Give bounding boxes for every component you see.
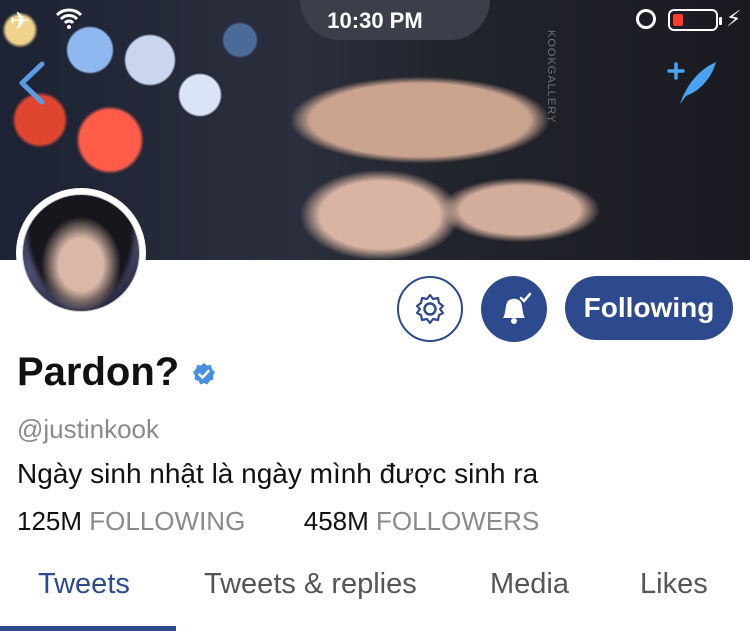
active-tab-indicator — [0, 626, 176, 631]
tab-likes[interactable]: Likes — [640, 568, 708, 601]
user-handle: @justinkook — [17, 414, 160, 444]
battery-icon — [668, 9, 722, 31]
avatar[interactable] — [16, 188, 146, 318]
banner-watermark: KOOKGALLERY — [545, 30, 557, 124]
rotation-lock-icon — [636, 9, 656, 29]
chevron-left-icon[interactable] — [14, 60, 50, 106]
following-label[interactable]: FOLLOWING — [89, 506, 245, 536]
tab-tweets[interactable]: Tweets — [38, 568, 130, 601]
bell-check-icon — [503, 292, 532, 324]
display-name: Pardon? — [17, 350, 180, 394]
avatar-image — [22, 194, 140, 312]
settings-button[interactable] — [397, 276, 463, 342]
notifications-button[interactable] — [481, 276, 547, 342]
verified-badge-icon — [193, 363, 215, 385]
follow-stats: 125M FOLLOWING 458M FOLLOWERS — [17, 506, 539, 537]
followers-label[interactable]: FOLLOWERS — [376, 506, 539, 536]
compose-feather-icon[interactable] — [666, 56, 720, 110]
tab-tweets-replies[interactable]: Tweets & replies — [204, 568, 417, 601]
followers-count[interactable]: 458M — [304, 506, 369, 536]
profile-bio: Ngày sinh nhật là ngày mình được sinh ra — [17, 458, 539, 489]
charging-bolt-icon: ⚡ — [726, 6, 742, 31]
profile-tabs: Tweets Tweets & replies Media Likes — [0, 560, 750, 631]
following-button[interactable]: Following — [565, 276, 733, 340]
following-count[interactable]: 125M — [17, 506, 82, 536]
status-bar: ✈ 10:30 PM ⚡ — [0, 0, 750, 40]
tab-media[interactable]: Media — [490, 568, 569, 601]
gear-icon — [415, 293, 445, 325]
